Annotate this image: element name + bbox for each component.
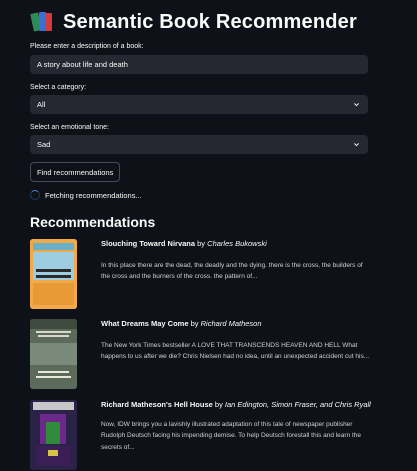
book-heading: What Dreams May Come by Richard Matheson — [101, 319, 262, 328]
book-heading: Richard Matheson's Hell House by Ian Edi… — [101, 400, 371, 409]
book-by: by — [190, 319, 199, 328]
books-icon — [30, 10, 54, 34]
page-title: Semantic Book Recommender — [63, 10, 357, 33]
book-by: by — [197, 239, 206, 248]
book-cover[interactable] — [30, 319, 77, 389]
book-cover[interactable] — [30, 400, 77, 470]
chevron-down-icon — [354, 103, 359, 107]
book-title[interactable]: Richard Matheson's Hell House — [101, 400, 213, 409]
category-select[interactable]: All — [30, 95, 368, 114]
book-description: Now, IDW brings you a lavishly illustrat… — [101, 421, 362, 451]
category-value: All — [37, 100, 46, 109]
tone-label: Select an emotional tone: — [30, 124, 109, 131]
description-value: A story about life and death — [37, 60, 128, 69]
book-cover-art-icon — [30, 319, 77, 389]
header: Semantic Book Recommender — [30, 9, 357, 35]
book-cover[interactable] — [30, 239, 77, 309]
book-description: In this place there are the dead, the de… — [101, 262, 363, 281]
description-input[interactable]: A story about life and death — [30, 55, 368, 74]
app-root: Semantic Book Recommender Please enter a… — [0, 0, 417, 471]
tone-value: Sad — [37, 140, 51, 149]
book-title[interactable]: Slouching Toward Nirvana — [101, 239, 195, 248]
find-recommendations-button[interactable]: Find recommendations — [30, 162, 121, 182]
status-text: Fetching recommendations... — [45, 190, 142, 200]
book-author: Charles Bukowski — [207, 239, 267, 248]
spinner-icon — [30, 190, 40, 200]
chevron-down-icon — [354, 143, 359, 147]
book-title[interactable]: What Dreams May Come — [101, 319, 189, 328]
tone-select[interactable]: Sad — [30, 135, 368, 154]
book-cover-art-icon — [30, 400, 77, 470]
book-author: Ian Edington, Simon Fraser, and Chris Ry… — [224, 400, 371, 409]
book-heading: Slouching Toward Nirvana by Charles Buko… — [101, 239, 267, 248]
recommendations-heading: Recommendations — [30, 214, 156, 230]
category-label: Select a category: — [30, 84, 87, 91]
book-description: The New York Times bestseller A LOVE THA… — [101, 342, 370, 361]
loading-status: Fetching recommendations... — [30, 190, 142, 200]
book-cover-art-icon — [30, 239, 77, 309]
book-by: by — [214, 400, 223, 409]
description-label: Please enter a description of a book: — [30, 43, 144, 50]
book-author: Richard Matheson — [200, 319, 262, 328]
